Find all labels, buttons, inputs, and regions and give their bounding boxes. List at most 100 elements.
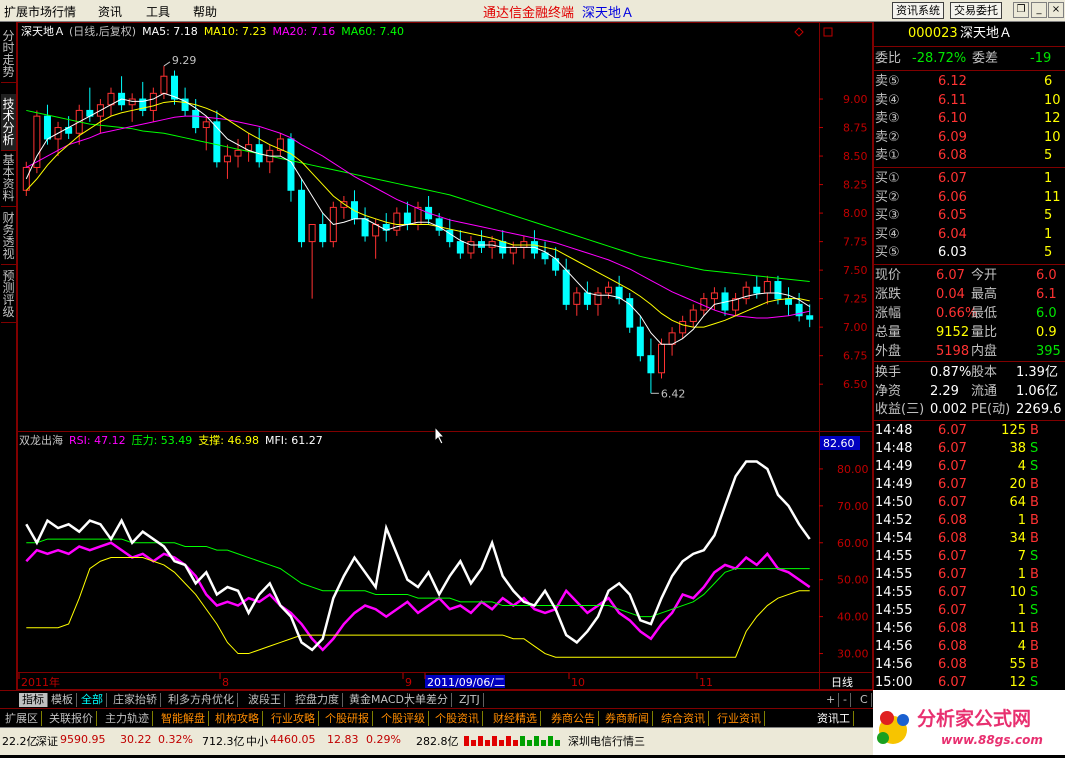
menu-tools[interactable]: 工具 <box>146 3 170 20</box>
ma-label-1: MA10: 7.23 <box>204 25 267 38</box>
zoom-control-2[interactable]: C <box>857 693 872 707</box>
candle-body <box>774 281 782 300</box>
candle-body <box>763 281 771 294</box>
indicator-tab-0[interactable]: 指标 <box>19 693 48 707</box>
module-tab-12[interactable]: 综合资讯 <box>658 711 709 726</box>
module-tab-1[interactable]: 关联报价 <box>46 711 97 726</box>
news-system-button[interactable]: 资讯系统 <box>892 2 944 19</box>
bid-label: 买④ <box>875 226 900 242</box>
quote-panel: 000023 深天地Ａ 委比 -28.72% 委差 -19 卖⑤ 6.12 6 卖④ 6.11 10 卖… <box>873 22 1065 690</box>
left-tab-2[interactable]: 技术分析 <box>1 94 16 151</box>
stat2-label-b: 流通 <box>971 383 998 399</box>
tick-side: S <box>1030 549 1039 564</box>
module-tab-4[interactable]: 机构攻略 <box>212 711 263 726</box>
tick-time: 14:55 <box>875 567 913 582</box>
left-tab-5[interactable]: 预测评级 <box>1 266 16 323</box>
minimize-icon[interactable]: _ <box>1031 2 1047 18</box>
status-sz-amount: 712.3亿 <box>202 735 245 748</box>
module-tab-3[interactable]: 智能解盘 <box>158 711 209 726</box>
indicator-tab-4[interactable]: 利多方舟优化 <box>165 693 238 707</box>
tick-side: S <box>1030 459 1039 474</box>
indicator-tab-6[interactable]: 控盘力度 <box>292 693 343 707</box>
main-ytick-label: 8.75 <box>843 122 868 135</box>
menu-extended-market[interactable]: 扩展市场行情 <box>4 3 76 20</box>
indicator-tab-1[interactable]: 模板 <box>48 693 77 707</box>
module-tab-13[interactable]: 行业资讯 <box>714 711 765 726</box>
ask-label: 卖⑤ <box>875 74 900 89</box>
period-label[interactable]: 日线 <box>831 675 853 689</box>
chart-area[interactable]: 9.00 8.75 8.50 8.25 8.00 7.75 7.50 7.25 7.00 6.75… <box>17 22 873 690</box>
tick-volume: 55 <box>1009 657 1026 672</box>
module-tab-0[interactable]: 扩展区 <box>2 711 42 726</box>
stock-code: 000023 <box>908 26 958 41</box>
zoom-control-1[interactable]: - <box>840 693 851 707</box>
tick-side: S <box>1030 585 1039 600</box>
ask-label: 卖③ <box>875 111 900 126</box>
module-tab-2[interactable]: 主力轨迹 <box>102 711 153 726</box>
indicator-tab-5[interactable]: 波段王 <box>245 693 285 707</box>
panel-toggle-icon[interactable] <box>823 27 833 37</box>
menu-news[interactable]: 资讯 <box>98 3 122 20</box>
strength-segment <box>513 740 518 746</box>
module-tab-6[interactable]: 个股研报 <box>322 711 373 726</box>
restore-icon[interactable]: ❐ <box>1013 2 1029 18</box>
tick-row: 14:48 6.07 125 B <box>874 422 1065 440</box>
module-tab-7[interactable]: 个股评级 <box>378 711 429 726</box>
ask-price: 6.11 <box>938 92 967 108</box>
stat-label-b: 最高 <box>971 287 998 302</box>
tick-volume: 38 <box>1009 441 1026 456</box>
module-tab-10[interactable]: 券商公告 <box>548 711 599 726</box>
left-tab-1[interactable]: 分时走势 <box>1 26 16 83</box>
stat2-label-b: 股本 <box>971 365 998 380</box>
module-tab-8[interactable]: 个股资讯 <box>432 711 483 726</box>
indicator-tab-3[interactable]: 庄家抬轿 <box>110 693 161 707</box>
tick-side: B <box>1030 477 1039 492</box>
tick-volume: 4 <box>1017 639 1026 654</box>
trade-order-button[interactable]: 交易委托 <box>950 2 1002 19</box>
sub-ytick-label: 40.00 <box>837 611 869 624</box>
module-tab-9[interactable]: 财经精选 <box>490 711 541 726</box>
tick-time: 14:55 <box>875 603 913 618</box>
candle-body <box>308 224 316 243</box>
tick-time: 14:50 <box>875 495 913 510</box>
indicator-tab-9[interactable]: ZJTJ <box>456 693 484 707</box>
tick-side: B <box>1030 423 1039 438</box>
candle-body <box>223 155 231 163</box>
ma-label-3: MA60: 7.40 <box>341 25 404 38</box>
app-title-text: 通达信金融终端 <box>483 6 575 21</box>
left-tab-4[interactable]: 财务透视 <box>1 208 16 265</box>
sub-label-3: MFI: 61.27 <box>265 434 323 447</box>
bid-row: 买① 6.07 1 <box>874 170 1065 188</box>
indicator-tab-8[interactable]: 大单差分 <box>401 693 452 707</box>
diamond-icon[interactable] <box>794 27 804 37</box>
bid-volume: 5 <box>1044 208 1053 223</box>
module-tab-14[interactable]: 资讯工 <box>814 711 854 726</box>
tick-time: 14:55 <box>875 549 913 564</box>
candle-body <box>520 241 528 248</box>
ask-volume: 6 <box>1044 74 1053 89</box>
time-label-2: 9 <box>405 676 412 689</box>
ask-volume: 5 <box>1044 148 1053 163</box>
menu-help[interactable]: 帮助 <box>193 3 217 20</box>
time-label-5: 11 <box>699 676 713 689</box>
sub-ytick-label: 70.00 <box>837 500 869 513</box>
module-tab-5[interactable]: 行业攻略 <box>268 711 319 726</box>
indicator-tab-7[interactable]: 黄金MACD <box>346 693 408 707</box>
tick-volume: 4 <box>1017 459 1026 474</box>
zoom-control-0[interactable]: + <box>823 693 840 707</box>
main-ytick-label: 7.25 <box>843 293 868 306</box>
candle-body <box>107 92 115 106</box>
module-tab-11[interactable]: 券商新闻 <box>602 711 653 726</box>
close-icon[interactable]: × <box>1048 2 1064 18</box>
strength-segment <box>464 736 469 746</box>
tick-row: 14:49 6.07 4 S <box>874 458 1065 476</box>
tick-row: 14:49 6.07 20 B <box>874 476 1065 494</box>
tick-side: S <box>1030 603 1039 618</box>
bid-row: 买⑤ 6.03 5 <box>874 244 1065 262</box>
stat-label-b: 今开 <box>971 268 998 283</box>
main-ytick-label: 6.50 <box>843 378 868 391</box>
tick-volume: 125 <box>1001 423 1026 438</box>
left-tab-3[interactable]: 基本资料 <box>1 150 16 207</box>
candle-body <box>806 315 814 320</box>
indicator-tab-2[interactable]: 全部 <box>78 693 107 707</box>
